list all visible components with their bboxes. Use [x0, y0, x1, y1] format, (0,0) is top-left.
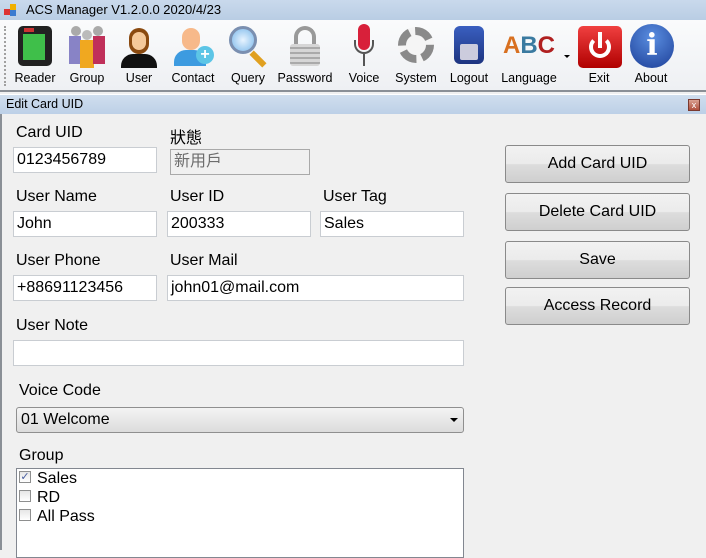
- voice-code-label: Voice Code: [19, 382, 101, 399]
- group-item-label: All Pass: [37, 508, 95, 525]
- user-id-label: User ID: [170, 188, 225, 205]
- card-uid-label: Card UID: [16, 124, 83, 141]
- status-input: 新用戶: [170, 149, 310, 175]
- robot-head-icon: [448, 24, 490, 68]
- status-label: 狀態: [170, 130, 203, 147]
- chevron-down-icon: [450, 418, 458, 422]
- group-checklist[interactable]: ✓ Sales RD All Pass: [16, 468, 464, 558]
- card-uid-input[interactable]: 0123456789: [13, 147, 157, 173]
- access-record-button[interactable]: Access Record: [505, 287, 690, 325]
- toolbar: Reader Group User + Contact Query Passwo…: [0, 20, 706, 92]
- app-icon: [4, 4, 18, 16]
- toolbar-language-button[interactable]: ABC Language: [501, 22, 557, 88]
- close-button[interactable]: x: [688, 99, 700, 111]
- toolbar-label: Logout: [449, 71, 489, 85]
- power-icon: [578, 24, 622, 68]
- user-mail-input[interactable]: john01@mail.com: [167, 275, 464, 301]
- toolbar-label: Password: [277, 71, 333, 85]
- toolbar-about-button[interactable]: i About: [624, 22, 678, 88]
- group-icon: [66, 24, 108, 68]
- gear-icon: [395, 24, 437, 68]
- add-contact-icon: +: [172, 24, 214, 68]
- toolbar-user-button[interactable]: User: [112, 22, 166, 88]
- group-label: Group: [19, 447, 64, 464]
- checkbox-checked[interactable]: ✓: [19, 471, 31, 483]
- user-note-input[interactable]: [13, 340, 464, 366]
- user-phone-label: User Phone: [16, 252, 101, 269]
- window-title: ACS Manager V1.2.0.0 2020/4/23: [26, 2, 222, 17]
- group-item-rd[interactable]: RD: [17, 488, 463, 507]
- magnifier-icon: [227, 24, 269, 68]
- microphone-icon: [343, 24, 385, 68]
- info-icon: i: [630, 24, 674, 68]
- group-item-label: Sales: [37, 470, 78, 487]
- user-icon: [118, 24, 160, 68]
- user-tag-input[interactable]: Sales: [320, 211, 464, 237]
- group-item-label: RD: [37, 489, 61, 506]
- padlock-icon: [284, 24, 326, 68]
- child-window-title: Edit Card UID: [6, 97, 84, 111]
- toolbar-logout-button[interactable]: Logout: [442, 22, 496, 88]
- toolbar-label: Language: [501, 71, 557, 85]
- add-card-uid-button[interactable]: Add Card UID: [505, 145, 690, 183]
- voice-code-value: 01 Welcome: [21, 411, 110, 428]
- group-item-sales[interactable]: ✓ Sales: [17, 469, 463, 488]
- toolbar-contact-button[interactable]: + Contact: [166, 22, 220, 88]
- user-id-input[interactable]: 200333: [167, 211, 311, 237]
- toolbar-system-button[interactable]: System: [389, 22, 443, 88]
- toolbar-label: About: [634, 71, 668, 85]
- window-title-bar: ACS Manager V1.2.0.0 2020/4/23: [0, 0, 706, 20]
- user-tag-label: User Tag: [323, 188, 387, 205]
- checkbox[interactable]: [19, 509, 31, 521]
- user-mail-label: User Mail: [170, 252, 238, 269]
- delete-card-uid-button[interactable]: Delete Card UID: [505, 193, 690, 231]
- user-name-input[interactable]: John: [13, 211, 157, 237]
- voice-code-select[interactable]: 01 Welcome: [16, 407, 464, 433]
- user-name-label: User Name: [16, 188, 97, 205]
- checkbox[interactable]: [19, 490, 31, 502]
- user-note-label: User Note: [16, 317, 89, 334]
- user-phone-input[interactable]: +88691123456: [13, 275, 157, 301]
- toolbar-password-button[interactable]: Password: [278, 22, 332, 88]
- save-button[interactable]: Save: [505, 241, 690, 279]
- card-reader-icon: [14, 24, 56, 68]
- abc-icon: ABC: [502, 32, 556, 59]
- group-item-all-pass[interactable]: All Pass: [17, 507, 463, 526]
- toolbar-query-button[interactable]: Query: [221, 22, 275, 88]
- language-dropdown-arrow-icon[interactable]: [564, 55, 570, 58]
- edit-card-uid-title-bar: Edit Card UID x: [0, 94, 706, 114]
